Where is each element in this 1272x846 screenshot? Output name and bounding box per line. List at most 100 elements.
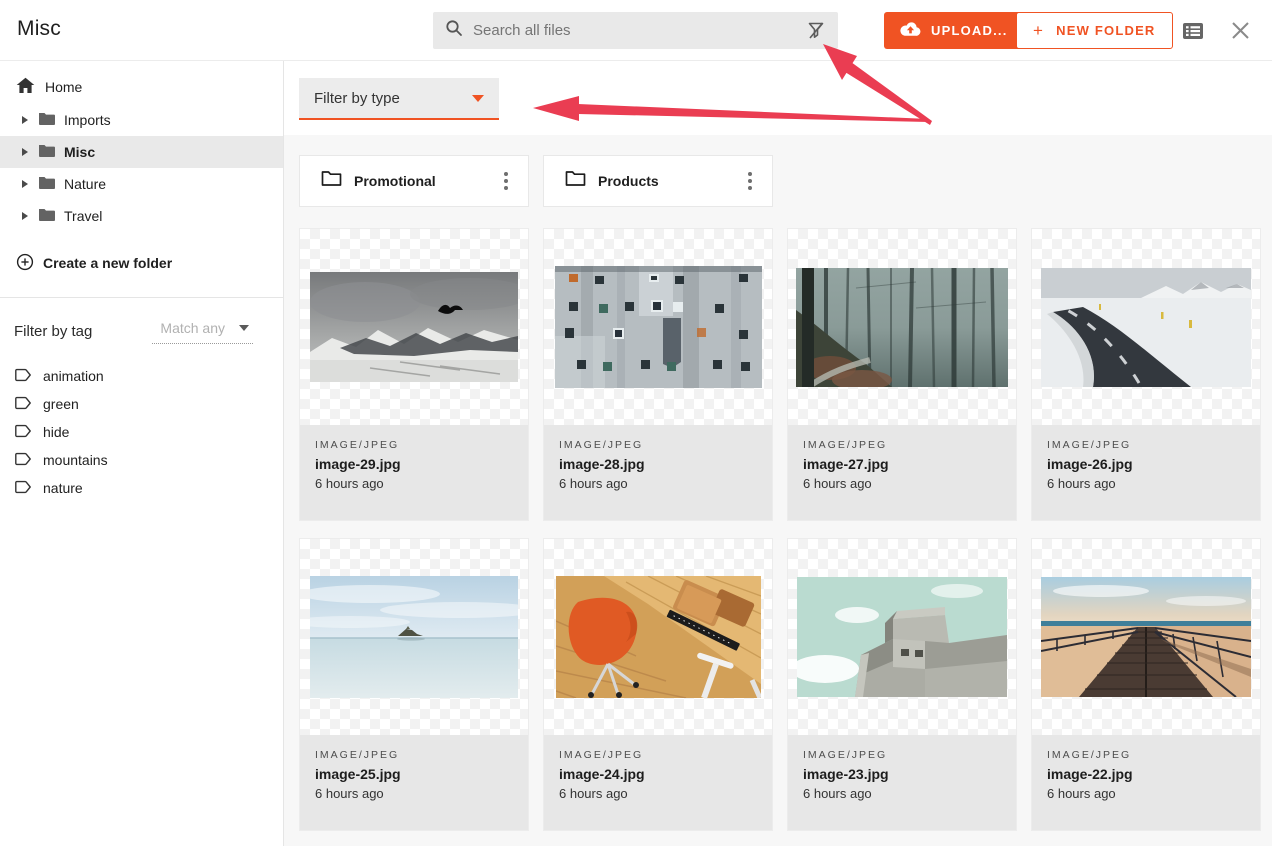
file-type-label: IMAGE/JPEG xyxy=(315,749,513,761)
file-type-label: IMAGE/JPEG xyxy=(315,439,513,451)
file-thumbnail-orange-chair-desk xyxy=(544,539,772,735)
file-thumbnail-snowy-road xyxy=(1032,229,1260,425)
page-title: Misc xyxy=(17,17,61,41)
main-content: Filter by type Promotional Pro xyxy=(284,61,1272,846)
chevron-right-icon[interactable] xyxy=(22,212,28,220)
filter-strip: Filter by type xyxy=(284,61,1272,135)
close-icon[interactable] xyxy=(1228,18,1253,43)
file-info: IMAGE/JPEG image-28.jpg 6 hours ago xyxy=(544,425,772,520)
tag-list: animation green hide mountains xyxy=(0,362,283,502)
folder-menu-kebab-icon[interactable] xyxy=(742,166,758,196)
file-modified-label: 6 hours ago xyxy=(315,476,513,491)
file-type-label: IMAGE/JPEG xyxy=(803,749,1001,761)
file-manager-app: Misc UPLOAD... + xyxy=(0,0,1272,846)
file-card-image-23[interactable]: IMAGE/JPEG image-23.jpg 6 hours ago xyxy=(787,538,1017,831)
sidebar-item-misc[interactable]: Misc xyxy=(0,136,283,168)
folders-row: Promotional Products xyxy=(299,155,1261,207)
clear-filter-icon[interactable] xyxy=(807,21,826,40)
file-type-label: IMAGE/JPEG xyxy=(803,439,1001,451)
file-info: IMAGE/JPEG image-26.jpg 6 hours ago xyxy=(1032,425,1260,520)
file-thumbnail-foggy-forest-trail xyxy=(788,229,1016,425)
tag-item-mountains[interactable]: mountains xyxy=(0,446,283,474)
file-card-image-28[interactable]: IMAGE/JPEG image-28.jpg 6 hours ago xyxy=(543,228,773,521)
search-input[interactable] xyxy=(473,22,807,39)
file-info: IMAGE/JPEG image-24.jpg 6 hours ago xyxy=(544,735,772,830)
tag-item-animation[interactable]: animation xyxy=(0,362,283,390)
folder-icon xyxy=(38,143,56,161)
file-name-label: image-27.jpg xyxy=(803,456,1001,472)
match-mode-select[interactable]: Match any xyxy=(152,318,253,344)
files-grid: IMAGE/JPEG image-29.jpg 6 hours ago xyxy=(299,228,1261,831)
file-name-label: image-23.jpg xyxy=(803,766,1001,782)
filter-by-tag-label: Filter by tag xyxy=(14,323,92,340)
file-thumbnail-snowy-mountain-with-bird xyxy=(300,229,528,425)
file-type-label: IMAGE/JPEG xyxy=(1047,439,1245,451)
folder-icon xyxy=(38,175,56,193)
file-thumbnail-concrete-bunker xyxy=(788,539,1016,735)
browser-content: Promotional Products xyxy=(299,135,1261,831)
file-modified-label: 6 hours ago xyxy=(803,786,1001,801)
file-info: IMAGE/JPEG image-29.jpg 6 hours ago xyxy=(300,425,528,520)
file-name-label: image-29.jpg xyxy=(315,456,513,472)
file-thumbnail-sea-with-island xyxy=(300,539,528,735)
filter-by-tag-header: Filter by tag Match any xyxy=(0,298,283,350)
folder-icon xyxy=(38,111,56,129)
file-info: IMAGE/JPEG image-23.jpg 6 hours ago xyxy=(788,735,1016,830)
file-card-image-22[interactable]: IMAGE/JPEG image-22.jpg 6 hours ago xyxy=(1031,538,1261,831)
search-bar[interactable] xyxy=(433,12,838,49)
file-name-label: image-28.jpg xyxy=(559,456,757,472)
sidebar-item-home[interactable]: Home xyxy=(0,70,283,104)
file-modified-label: 6 hours ago xyxy=(1047,786,1245,801)
file-card-image-26[interactable]: IMAGE/JPEG image-26.jpg 6 hours ago xyxy=(1031,228,1261,521)
tag-item-green[interactable]: green xyxy=(0,390,283,418)
new-folder-button[interactable]: + NEW FOLDER xyxy=(1016,12,1173,49)
folder-menu-kebab-icon[interactable] xyxy=(498,166,514,196)
sidebar: Home Imports Misc Nature xyxy=(0,61,284,846)
upload-button[interactable]: UPLOAD... xyxy=(884,12,1024,49)
plus-icon: + xyxy=(1033,21,1044,41)
sidebar-item-imports[interactable]: Imports xyxy=(0,104,283,136)
file-info: IMAGE/JPEG image-25.jpg 6 hours ago xyxy=(300,735,528,830)
file-info: IMAGE/JPEG image-27.jpg 6 hours ago xyxy=(788,425,1016,520)
file-type-label: IMAGE/JPEG xyxy=(1047,749,1245,761)
tag-icon xyxy=(15,395,33,414)
file-card-image-27[interactable]: IMAGE/JPEG image-27.jpg 6 hours ago xyxy=(787,228,1017,521)
file-card-image-24[interactable]: IMAGE/JPEG image-24.jpg 6 hours ago xyxy=(543,538,773,831)
tag-item-hide[interactable]: hide xyxy=(0,418,283,446)
folder-outline-icon xyxy=(321,170,342,192)
chevron-down-icon xyxy=(472,95,484,102)
tag-item-nature[interactable]: nature xyxy=(0,474,283,502)
folder-outline-icon xyxy=(565,170,586,192)
filter-by-type-dropdown[interactable]: Filter by type xyxy=(299,78,499,120)
chevron-down-icon xyxy=(239,325,249,331)
search-icon xyxy=(445,19,463,42)
sidebar-item-travel[interactable]: Travel xyxy=(0,200,283,232)
cloud-upload-icon xyxy=(900,21,921,40)
file-card-image-25[interactable]: IMAGE/JPEG image-25.jpg 6 hours ago xyxy=(299,538,529,831)
create-new-folder-button[interactable]: Create a new folder xyxy=(0,246,283,280)
chevron-right-icon[interactable] xyxy=(22,148,28,156)
circle-plus-icon xyxy=(16,253,34,274)
folder-icon xyxy=(38,207,56,225)
chevron-right-icon[interactable] xyxy=(22,116,28,124)
folder-card-products[interactable]: Products xyxy=(543,155,773,207)
home-icon xyxy=(16,77,35,97)
file-modified-label: 6 hours ago xyxy=(559,476,757,491)
tag-icon xyxy=(15,423,33,442)
sidebar-item-nature[interactable]: Nature xyxy=(0,168,283,200)
folder-card-promotional[interactable]: Promotional xyxy=(299,155,529,207)
file-thumbnail-weathered-building-facade xyxy=(544,229,772,425)
file-modified-label: 6 hours ago xyxy=(1047,476,1245,491)
file-name-label: image-24.jpg xyxy=(559,766,757,782)
list-view-toggle-icon[interactable] xyxy=(1180,18,1205,43)
file-name-label: image-22.jpg xyxy=(1047,766,1245,782)
file-type-label: IMAGE/JPEG xyxy=(559,749,757,761)
file-card-image-29[interactable]: IMAGE/JPEG image-29.jpg 6 hours ago xyxy=(299,228,529,521)
file-modified-label: 6 hours ago xyxy=(803,476,1001,491)
file-modified-label: 6 hours ago xyxy=(315,786,513,801)
chevron-right-icon[interactable] xyxy=(22,180,28,188)
file-name-label: image-25.jpg xyxy=(315,766,513,782)
tag-icon xyxy=(15,479,33,498)
file-thumbnail-beach-boardwalk xyxy=(1032,539,1260,735)
file-info: IMAGE/JPEG image-22.jpg 6 hours ago xyxy=(1032,735,1260,830)
